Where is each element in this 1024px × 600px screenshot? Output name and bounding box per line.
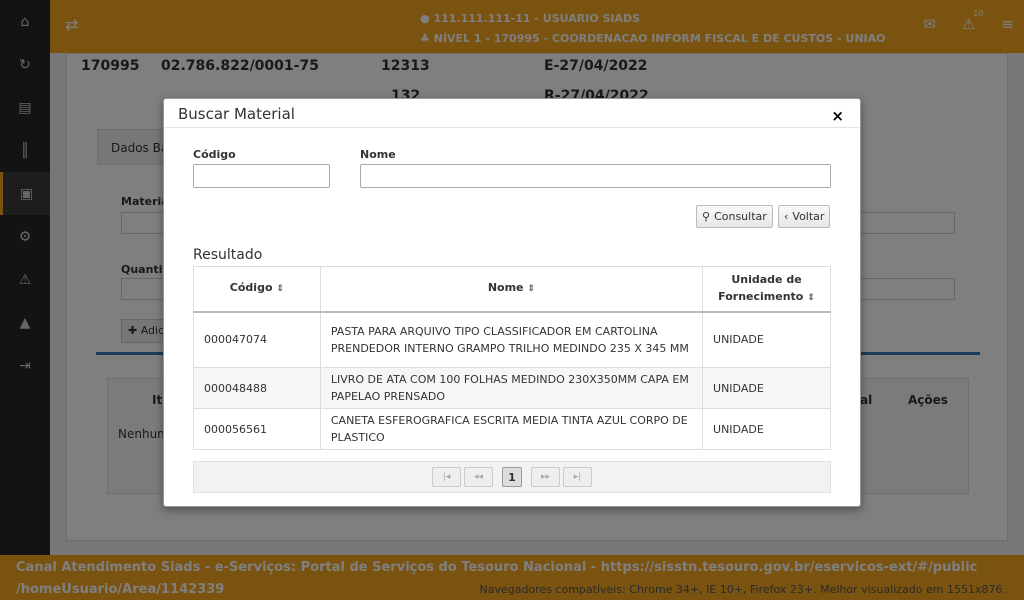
- cell-unidade: UNIDADE: [702, 367, 831, 409]
- cell-codigo: 000056561: [193, 408, 321, 450]
- modal-title: Buscar Material: [178, 105, 295, 123]
- voltar-button[interactable]: ‹ Voltar: [778, 205, 831, 228]
- modal-header: Buscar Material ×: [164, 99, 860, 128]
- cell-unidade: UNIDADE: [702, 408, 831, 450]
- table-row[interactable]: 000047074 PASTA PARA ARQUIVO TIPO CLASSI…: [193, 311, 831, 368]
- consultar-label: Consultar: [714, 210, 767, 223]
- cell-nome: CANETA ESFEROGRAFICA ESCRITA MEDIA TINTA…: [319, 408, 704, 450]
- sort-icon: ⇕: [807, 292, 815, 303]
- nome-label: Nome: [360, 148, 396, 161]
- search-icon: ⚲: [702, 210, 711, 223]
- cell-nome: LIVRO DE ATA COM 100 FOLHAS MEDINDO 230X…: [319, 367, 704, 409]
- sort-icon: ⇕: [276, 284, 285, 295]
- codigo-input[interactable]: [193, 164, 330, 188]
- cell-nome: PASTA PARA ARQUIVO TIPO CLASSIFICADOR EM…: [319, 311, 704, 368]
- codigo-label: Código: [193, 148, 236, 161]
- column-header-codigo[interactable]: Código ⇕: [193, 266, 321, 313]
- first-page-button[interactable]: |◂: [432, 467, 461, 487]
- page-1-button[interactable]: 1: [502, 467, 522, 487]
- prev-page-button[interactable]: ◂◂: [464, 467, 493, 487]
- cell-codigo: 000047074: [193, 311, 321, 368]
- search-material-modal: Buscar Material × Código Nome ⚲ Consulta…: [163, 98, 861, 507]
- column-header-nome[interactable]: Nome ⇕: [319, 266, 704, 313]
- table-row[interactable]: 000056561 CANETA ESFEROGRAFICA ESCRITA M…: [193, 408, 831, 450]
- nome-input[interactable]: [360, 164, 831, 188]
- table-row[interactable]: 000048488 LIVRO DE ATA COM 100 FOLHAS ME…: [193, 367, 831, 409]
- next-page-button[interactable]: ▸▸: [531, 467, 560, 487]
- column-header-unidade[interactable]: Unidade de Fornecimento ⇕: [702, 266, 831, 313]
- close-icon[interactable]: ×: [831, 107, 844, 125]
- result-title: Resultado: [193, 247, 263, 263]
- paginator: |◂ ◂◂ 1 ▸▸ ▸|: [193, 461, 831, 493]
- voltar-label: Voltar: [792, 210, 825, 223]
- cell-unidade: UNIDADE: [702, 311, 831, 368]
- result-table: Código ⇕ Nome ⇕ Unidade de Fornecimento ⇕ 0…: [193, 266, 831, 450]
- chevron-left-icon: ‹: [784, 210, 789, 223]
- consultar-button[interactable]: ⚲ Consultar: [696, 205, 773, 228]
- sort-icon: ⇕: [527, 284, 536, 295]
- last-page-button[interactable]: ▸|: [563, 467, 592, 487]
- cell-codigo: 000048488: [193, 367, 321, 409]
